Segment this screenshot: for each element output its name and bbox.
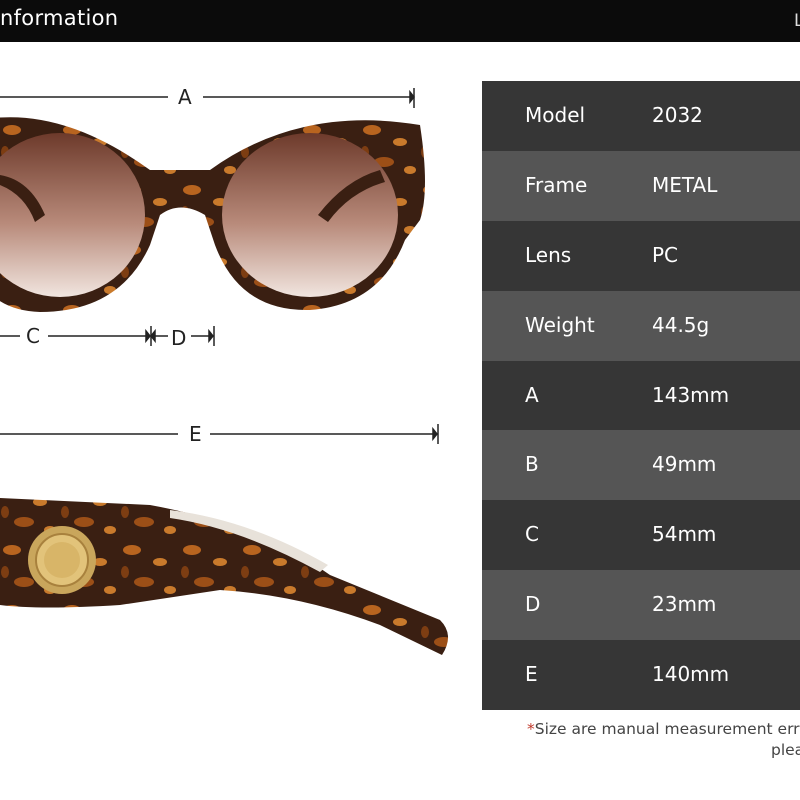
spec-table: Model 2032 Frame METAL Lens PC Weight 44…: [482, 81, 800, 711]
spec-key: A: [525, 382, 539, 407]
spec-key: Model: [525, 103, 586, 127]
spec-row-d: D 23mm: [482, 570, 800, 641]
header-bar: nformation L: [0, 0, 800, 42]
spec-row-c: C 54mm: [482, 500, 800, 571]
spec-key: Lens: [525, 242, 572, 267]
dimension-label-e: E: [185, 423, 206, 445]
spec-row-lens: Lens PC: [482, 220, 800, 291]
header-right-text: L: [794, 11, 800, 31]
spec-key: Weight: [525, 312, 595, 337]
dimension-label-d: D: [170, 326, 188, 350]
dimension-label-a: A: [174, 86, 196, 108]
sunglasses-illustration: [0, 88, 449, 655]
spec-row-a: A 143mm: [482, 360, 800, 431]
note-text-line2: plea: [771, 741, 800, 759]
spec-row-weight: Weight 44.5g: [482, 290, 800, 361]
spec-value: PC: [652, 242, 679, 267]
note-asterisk: *: [527, 720, 535, 738]
side-view: [0, 498, 449, 655]
spec-key: Frame: [525, 172, 588, 197]
page-title: nformation: [0, 6, 119, 30]
spec-row-frame: Frame METAL: [482, 150, 800, 221]
measurement-note: *Size are manual measurement error: [527, 720, 800, 738]
front-view: [0, 117, 425, 312]
spec-key: E: [525, 662, 538, 687]
spec-value: 143mm: [652, 382, 730, 407]
spec-value: 44.5g: [652, 312, 710, 337]
spec-key: C: [525, 522, 539, 547]
spec-row-model: Model 2032: [482, 81, 800, 151]
spec-key: B: [525, 452, 539, 477]
spec-value: 54mm: [652, 522, 717, 547]
spec-row-b: B 49mm: [482, 430, 800, 501]
note-text-line1: Size are manual measurement error: [534, 720, 800, 738]
spec-value: METAL: [652, 172, 718, 197]
spec-value: 23mm: [652, 592, 717, 617]
spec-row-e: E 140mm: [482, 640, 800, 711]
spec-value: 49mm: [652, 452, 717, 477]
spec-value: 140mm: [652, 662, 730, 687]
spec-key: D: [525, 592, 541, 617]
dimension-label-c: C: [22, 325, 44, 347]
spec-value: 2032: [652, 103, 703, 127]
